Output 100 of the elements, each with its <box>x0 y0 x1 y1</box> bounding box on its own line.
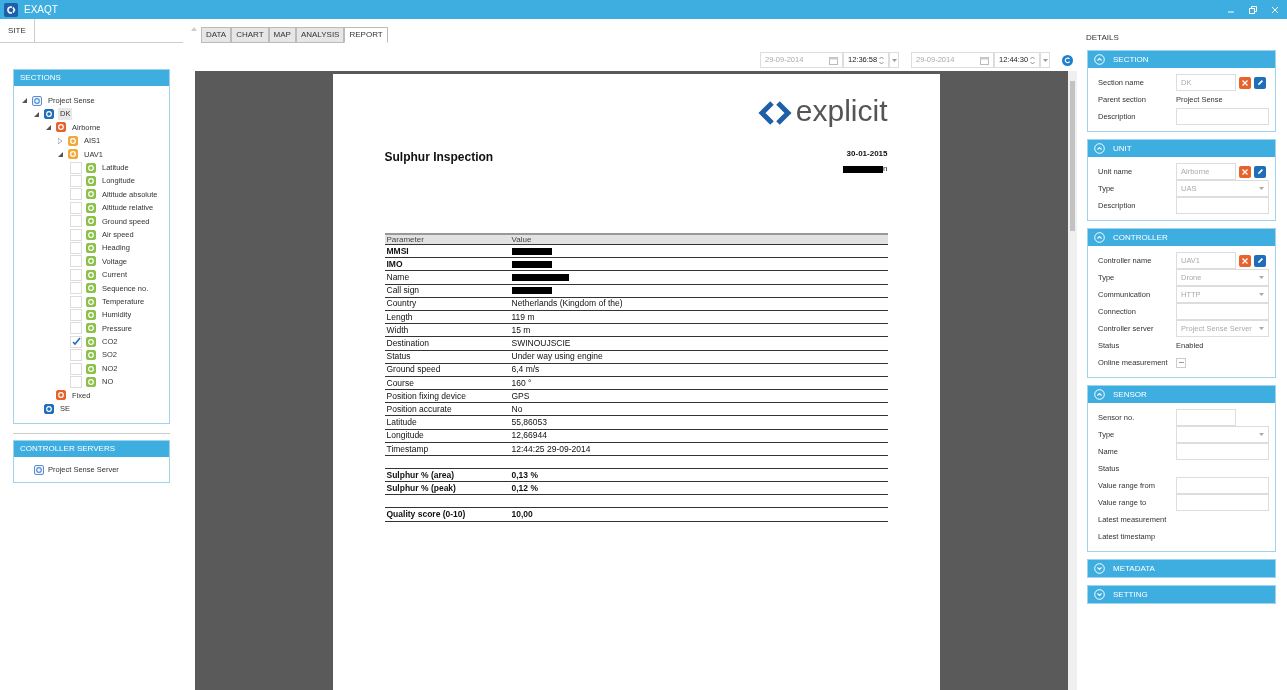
table-cell-text: Country <box>385 297 418 311</box>
table-cell-text: Width <box>385 323 410 337</box>
table-cell-text: Sulphur % (peak) <box>385 481 457 495</box>
table-cell: 0,12 % <box>511 481 538 495</box>
sensor-node-icon <box>86 350 96 361</box>
input-field[interactable] <box>1176 108 1269 125</box>
checkbox[interactable] <box>70 375 82 388</box>
sensor-node-icon <box>86 229 96 240</box>
checkbox[interactable] <box>70 215 82 228</box>
dropdown-field[interactable] <box>1176 426 1269 443</box>
tab[interactable]: DATA <box>201 27 232 43</box>
tab[interactable]: CHART <box>231 27 269 43</box>
dropdown-button[interactable] <box>1040 52 1050 68</box>
checkbox[interactable] <box>70 188 82 201</box>
controller-node-icon <box>68 149 78 160</box>
spin-icon <box>1030 55 1035 65</box>
edit-button[interactable] <box>1254 76 1266 89</box>
close-icon <box>1242 257 1248 264</box>
unit-node-icon <box>56 390 66 401</box>
input-field[interactable] <box>1176 197 1269 214</box>
caret-icon <box>1259 327 1264 330</box>
sensor-node-icon <box>86 376 96 387</box>
table-cell-text: Call sign <box>385 284 421 298</box>
restore-icon[interactable] <box>1249 5 1257 14</box>
checkbox[interactable] <box>70 228 82 241</box>
checkbox[interactable] <box>70 295 82 308</box>
edit-button[interactable] <box>1254 165 1266 178</box>
sensor-node-icon <box>86 283 96 294</box>
input-field[interactable] <box>1176 443 1269 460</box>
table-cell: 12:44:25 29-09-2014 <box>511 442 591 456</box>
table-cell: Under way using engine <box>511 350 603 363</box>
checkbox[interactable] <box>70 161 82 174</box>
table-cell: 12,66944 <box>511 429 547 443</box>
details-title: DETAILS <box>1086 32 1120 44</box>
dropdown-button[interactable] <box>889 52 899 68</box>
checkbox[interactable] <box>70 362 82 375</box>
pencil-icon <box>1256 79 1264 86</box>
sensor-node-icon <box>86 202 96 213</box>
caret-icon <box>1259 293 1264 296</box>
close-icon <box>1242 79 1248 86</box>
table-cell-text: Latitude <box>385 416 418 429</box>
table-cell: No <box>511 402 523 416</box>
collapse-icon[interactable] <box>22 97 28 104</box>
controller-node-icon <box>68 135 78 146</box>
table-cell-text: IMO <box>385 257 404 271</box>
project-node-icon <box>32 95 42 106</box>
edit-button[interactable] <box>1254 254 1266 267</box>
input-field[interactable] <box>1176 494 1269 511</box>
panel-header: SECTIONS <box>14 70 169 86</box>
checkbox[interactable] <box>70 242 82 254</box>
table-cell: 160 ° <box>511 376 532 390</box>
sensor-node-icon <box>86 269 96 280</box>
column-header: Parameter <box>385 233 425 246</box>
checkbox[interactable] <box>70 282 82 295</box>
checkbox[interactable] <box>70 349 82 362</box>
sensor-node-icon <box>86 256 96 267</box>
table-cell: 15 m <box>511 323 531 337</box>
input-field[interactable] <box>1176 303 1269 320</box>
collapse-icon[interactable] <box>34 111 40 118</box>
refresh-icon[interactable] <box>1062 54 1073 66</box>
checkbox[interactable] <box>70 175 82 188</box>
spin-icon <box>879 55 884 65</box>
checkbox[interactable] <box>70 201 82 214</box>
collapse-icon[interactable] <box>46 124 52 131</box>
redaction-bar <box>843 165 884 173</box>
panel-header: CONTROLLER SERVERS <box>14 441 169 458</box>
scrollbar[interactable] <box>1068 71 1077 690</box>
collapse-icon[interactable] <box>58 151 64 158</box>
close-icon[interactable] <box>1271 5 1279 14</box>
checkbox[interactable] <box>70 335 82 348</box>
sensor-node-icon <box>86 189 96 200</box>
table-cell: 6,4 m/s <box>511 363 540 377</box>
checkbox[interactable] <box>70 308 82 321</box>
table-cell-text: Course <box>385 376 415 390</box>
checkbox[interactable] <box>70 255 82 268</box>
caret-icon <box>891 58 897 62</box>
tab[interactable]: ANALYSIS <box>295 27 345 43</box>
table-cell-text: Position fixing device <box>385 389 467 403</box>
expand-icon[interactable] <box>58 137 64 144</box>
input-field[interactable] <box>1176 409 1236 426</box>
table-cell-text: Timestamp <box>385 442 430 456</box>
sensor-node-icon <box>86 162 96 173</box>
unit-node-icon <box>56 122 66 133</box>
table-cell-text: Ground speed <box>385 363 442 377</box>
checkbox[interactable] <box>70 322 82 335</box>
table-cell: SWINOUJSCIE <box>511 337 571 350</box>
logo-icon <box>757 100 792 126</box>
caret-icon <box>1042 58 1048 62</box>
input-field[interactable] <box>1176 477 1269 494</box>
checkbox[interactable] <box>70 268 82 281</box>
sensor-node-icon <box>86 216 96 227</box>
tab[interactable]: REPORT <box>344 27 388 43</box>
table-cell: 55,86053 <box>511 416 547 429</box>
checkbox[interactable] <box>1176 357 1186 368</box>
table-cell: Netherlands (Kingdom of the) <box>511 297 623 311</box>
sensor-node-icon <box>86 176 96 187</box>
table-cell-text: Status <box>385 350 412 363</box>
logo-text: explicit <box>795 96 888 126</box>
table-cell-text: Name <box>385 271 411 284</box>
tab[interactable]: MAP <box>268 27 296 43</box>
